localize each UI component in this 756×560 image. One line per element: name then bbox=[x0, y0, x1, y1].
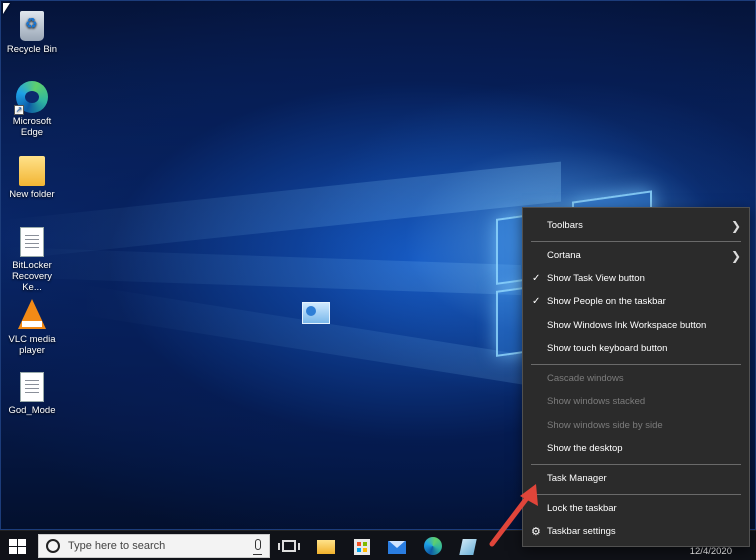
checkmark-icon: ✓ bbox=[532, 273, 541, 284]
menu-item-show-ink-workspace[interactable]: Show Windows Ink Workspace button bbox=[523, 315, 749, 337]
menu-item-show-people[interactable]: ✓ Show People on the taskbar bbox=[523, 291, 749, 313]
start-button[interactable] bbox=[6, 537, 28, 555]
cortana-circle-icon bbox=[46, 539, 60, 553]
menu-item-show-stacked: Show windows stacked bbox=[547, 396, 646, 407]
menu-separator bbox=[531, 464, 741, 465]
desktop-icon-vlc[interactable]: VLC media player bbox=[4, 299, 60, 356]
chevron-right-icon: ❯ bbox=[730, 249, 741, 263]
microphone-icon[interactable] bbox=[253, 539, 262, 555]
mail-icon[interactable] bbox=[388, 541, 406, 554]
menu-separator bbox=[531, 494, 741, 495]
menu-item-show-task-view[interactable]: ✓ Show Task View button bbox=[523, 268, 749, 290]
chevron-right-icon: ❯ bbox=[730, 219, 741, 233]
text-document-icon bbox=[20, 227, 44, 257]
menu-item-show-touch-keyboard[interactable]: Show touch keyboard button bbox=[523, 338, 749, 360]
menu-item-lock-taskbar[interactable]: Lock the taskbar bbox=[523, 498, 749, 520]
taskbar-context-menu: Toolbars ❯ Cortana ❯ ✓ Show Task View bu… bbox=[522, 207, 750, 547]
checkmark-icon: ✓ bbox=[532, 296, 541, 307]
store-icon[interactable] bbox=[354, 539, 370, 555]
folder-icon bbox=[19, 156, 45, 186]
taskbar-search-box[interactable]: Type here to search bbox=[38, 534, 270, 558]
desktop-icon-new-folder[interactable]: New folder bbox=[4, 156, 60, 200]
menu-item-taskbar-settings[interactable]: ⚙ Taskbar settings bbox=[523, 521, 749, 543]
desktop-icon-recycle-bin[interactable]: Recycle Bin bbox=[4, 11, 60, 55]
text-document-icon bbox=[20, 372, 44, 402]
menu-item-show-side-by-side: Show windows side by side bbox=[547, 420, 663, 431]
menu-item-cortana[interactable]: Cortana ❯ bbox=[523, 245, 749, 267]
menu-item-toolbars[interactable]: Toolbars ❯ bbox=[523, 215, 749, 237]
desktop-icon-microsoft-edge[interactable]: ↗ Microsoft Edge bbox=[4, 81, 60, 138]
menu-item-cascade-windows: Cascade windows bbox=[547, 373, 624, 384]
vlc-icon bbox=[18, 299, 46, 329]
desktop-icon-bitlocker-recovery[interactable]: BitLocker Recovery Ke... bbox=[4, 227, 60, 293]
menu-item-task-manager[interactable]: Task Manager bbox=[523, 468, 749, 490]
menu-item-show-desktop[interactable]: Show the desktop bbox=[523, 438, 749, 460]
desktop-icon-god-mode[interactable]: God_Mode bbox=[4, 372, 60, 416]
task-view-icon[interactable] bbox=[278, 540, 300, 552]
app-icon[interactable] bbox=[459, 539, 477, 555]
annotation-arrow bbox=[489, 484, 538, 547]
menu-separator bbox=[531, 364, 741, 365]
edge-icon[interactable] bbox=[424, 537, 442, 555]
recycle-bin-icon bbox=[20, 11, 44, 41]
desktop-control-panel-icon[interactable] bbox=[302, 302, 330, 324]
menu-separator bbox=[531, 241, 741, 242]
file-explorer-icon[interactable] bbox=[317, 540, 335, 554]
edge-icon: ↗ bbox=[14, 81, 48, 115]
